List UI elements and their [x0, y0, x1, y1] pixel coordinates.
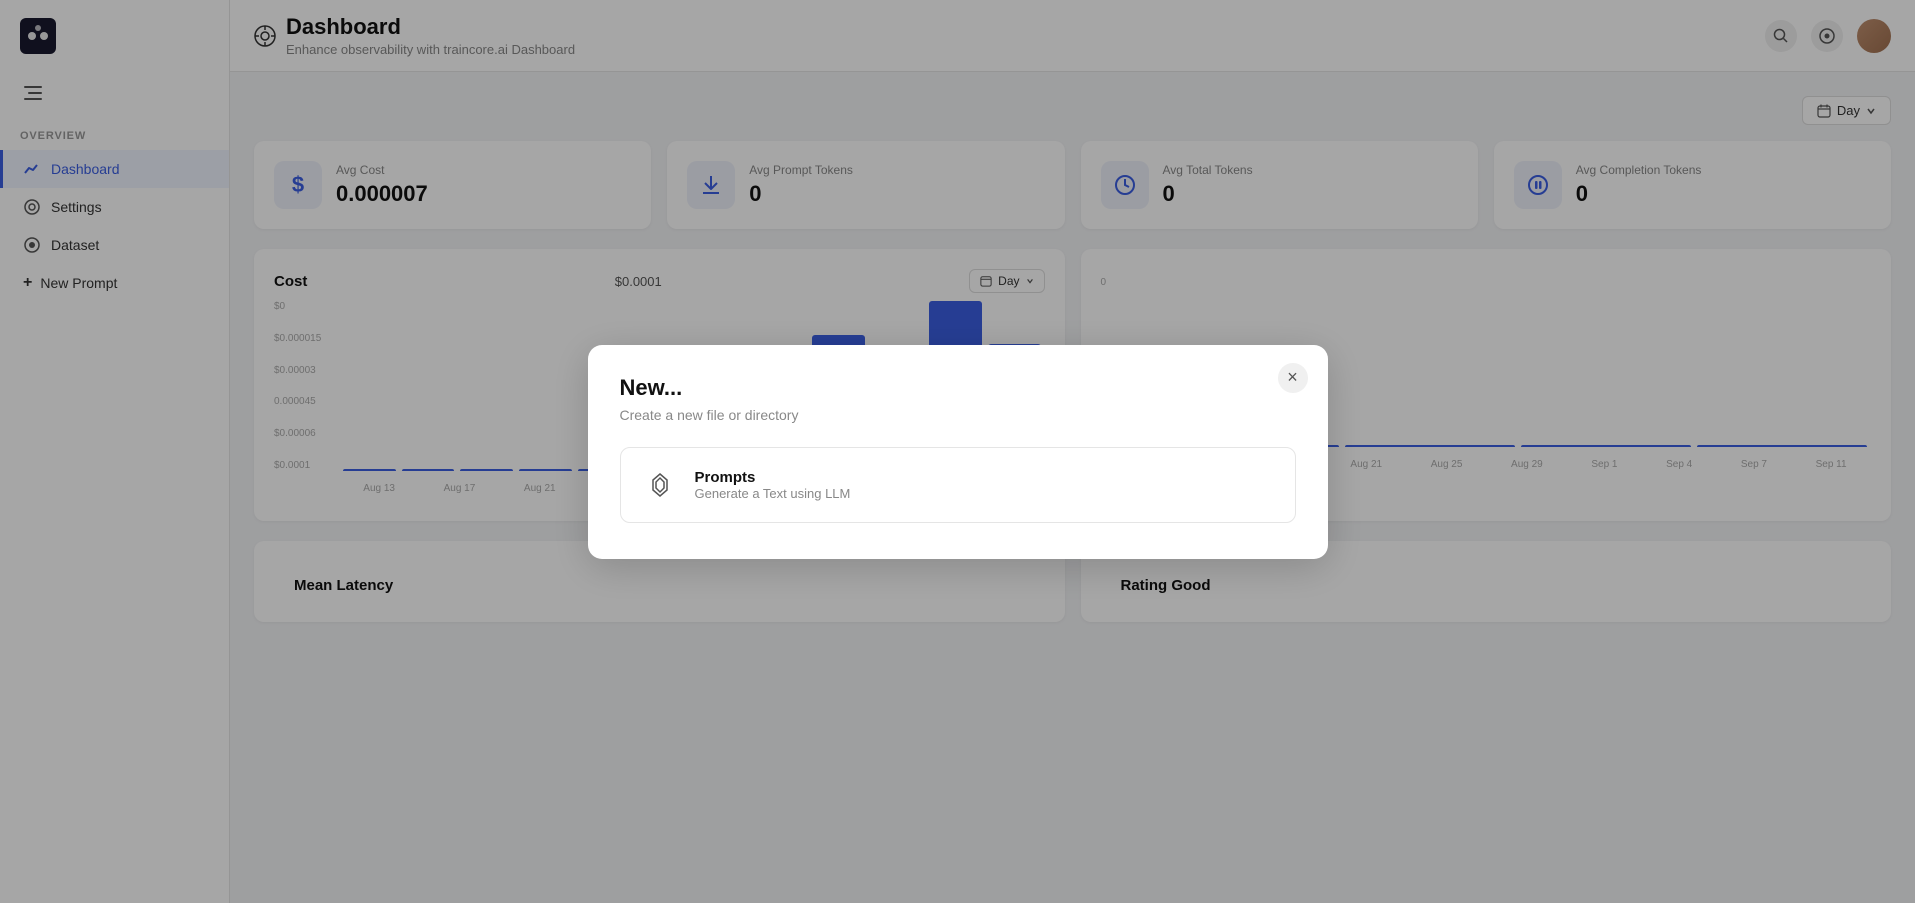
- prompts-option-text: Prompts Generate a Text using LLM: [695, 469, 851, 501]
- modal-prompts-option[interactable]: Prompts Generate a Text using LLM: [620, 447, 1296, 523]
- modal-subtitle: Create a new file or directory: [620, 407, 1296, 423]
- modal-overlay[interactable]: New... Create a new file or directory × …: [0, 0, 1915, 903]
- modal-title: New...: [620, 375, 1296, 401]
- prompts-option-desc: Generate a Text using LLM: [695, 486, 851, 501]
- new-modal: New... Create a new file or directory × …: [588, 345, 1328, 559]
- prompts-option-icon: [641, 466, 679, 504]
- prompts-option-title: Prompts: [695, 469, 851, 486]
- modal-close-button[interactable]: ×: [1278, 363, 1308, 393]
